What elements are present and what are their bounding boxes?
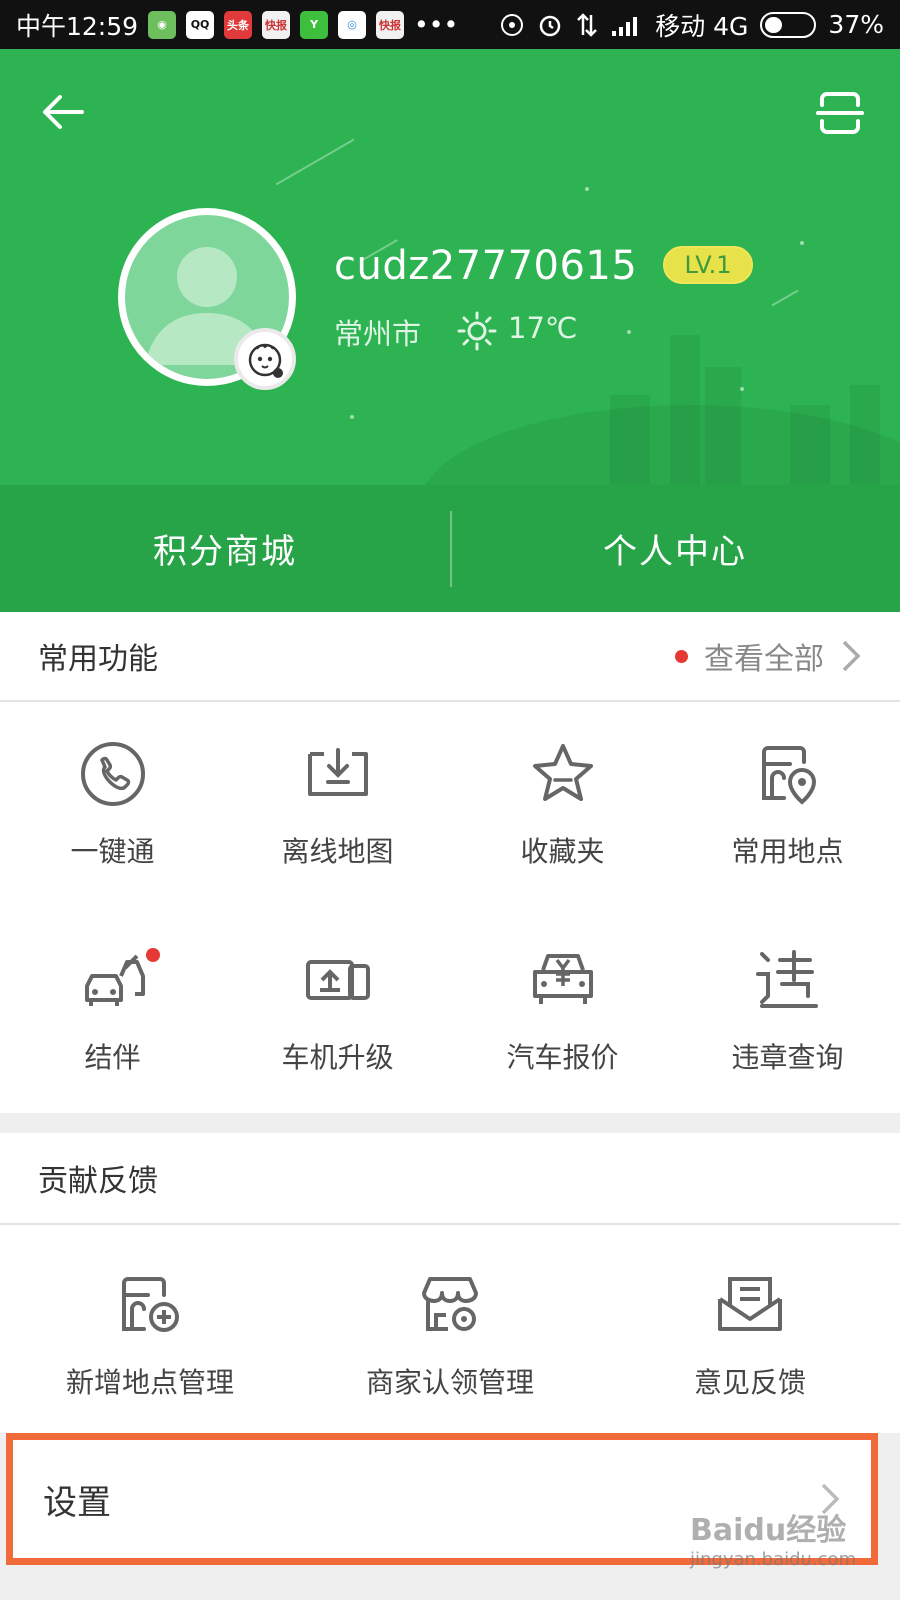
temperature-label: 17℃ bbox=[508, 311, 578, 345]
merchant-claim-icon bbox=[422, 1277, 478, 1331]
function-label: 意见反馈 bbox=[693, 1366, 806, 1399]
function-favorites[interactable]: 收藏夹 bbox=[450, 702, 675, 908]
level-badge[interactable]: LV.1 bbox=[663, 246, 753, 284]
feedback-section: 贡献反馈 新增地点管理 商家认领管理 意见反馈 bbox=[0, 1133, 900, 1433]
sunny-weather-icon bbox=[457, 311, 497, 351]
car-price-icon bbox=[532, 954, 593, 1004]
decor-streak bbox=[771, 289, 799, 307]
carpool-icon bbox=[84, 954, 145, 1006]
battery-percent: 37% bbox=[828, 10, 884, 39]
new-indicator-dot bbox=[675, 649, 688, 663]
decor-dot bbox=[585, 187, 589, 191]
function-violation-query[interactable]: 违章查询 bbox=[675, 908, 900, 1114]
violation-icon bbox=[755, 950, 818, 1008]
function-offline-map[interactable]: 离线地图 bbox=[225, 702, 450, 908]
function-label: 新增地点管理 bbox=[65, 1366, 234, 1399]
decor-streak bbox=[275, 138, 355, 186]
function-label: 结伴 bbox=[84, 1041, 141, 1074]
function-merchant-claim[interactable]: 商家认领管理 bbox=[300, 1225, 600, 1425]
kuaibao-notification-icon: 快报 bbox=[262, 10, 291, 39]
common-functions-grid: 一键通 离线地图 收藏夹 常用地点 结伴 车机升级 汽车报价 违章查询 bbox=[0, 702, 900, 1114]
watermark-brand: Baidu经验 bbox=[690, 1513, 847, 1548]
y-app-notification-icon: Y bbox=[300, 10, 329, 39]
toutiao-notification-icon: 头条 bbox=[224, 10, 253, 39]
tab-personal-center[interactable]: 个人中心 bbox=[450, 485, 900, 612]
section-title: 常用功能 bbox=[38, 642, 158, 677]
function-label: 收藏夹 bbox=[520, 835, 605, 868]
view-all-label: 查看全部 bbox=[704, 642, 824, 677]
function-car-price[interactable]: 汽车报价 bbox=[450, 908, 675, 1114]
decor-dot bbox=[350, 415, 354, 419]
username: cudz27770615 bbox=[334, 243, 638, 289]
alarm-icon bbox=[539, 15, 561, 36]
back-arrow-icon[interactable] bbox=[38, 87, 88, 137]
chevron-right-icon bbox=[842, 640, 861, 672]
feedback-mail-icon bbox=[718, 1277, 782, 1331]
tab-points-mall[interactable]: 积分商城 bbox=[0, 485, 450, 612]
profile-header: cudz27770615 LV.1 常州市 17℃ bbox=[0, 49, 900, 485]
battery-icon bbox=[760, 11, 817, 38]
function-add-place-management[interactable]: 新增地点管理 bbox=[0, 1225, 300, 1425]
function-frequent-places[interactable]: 常用地点 bbox=[675, 702, 900, 908]
kuaibao-notification-icon: 快报 bbox=[376, 10, 405, 39]
function-carpool[interactable]: 结伴 bbox=[0, 908, 225, 1114]
signal-icon bbox=[612, 16, 638, 36]
offline-map-icon bbox=[307, 748, 368, 796]
mascot-badge-icon bbox=[234, 328, 296, 390]
function-label: 常用地点 bbox=[731, 835, 844, 868]
function-one-key-call[interactable]: 一键通 bbox=[0, 702, 225, 908]
common-functions-header: 常用功能 查看全部 bbox=[0, 612, 900, 702]
function-label: 违章查询 bbox=[731, 1041, 844, 1074]
frequent-place-icon bbox=[761, 746, 816, 805]
new-indicator-dot bbox=[146, 948, 160, 962]
status-time: 中午12:59 bbox=[16, 11, 139, 41]
phone-icon bbox=[80, 742, 145, 806]
hotspot-icon bbox=[501, 13, 524, 36]
settings-label: 设置 bbox=[43, 1482, 111, 1523]
watermark-url: jingyan.baidu.com bbox=[690, 1549, 857, 1570]
add-place-icon bbox=[122, 1277, 179, 1332]
qq-notification-icon: QQ bbox=[186, 10, 215, 39]
tab-divider bbox=[450, 511, 452, 587]
function-feedback[interactable]: 意见反馈 bbox=[600, 1225, 900, 1425]
baidu-watermark: Baidu经验 jingyan.baidu.com bbox=[690, 1505, 856, 1570]
city-label: 常州市 bbox=[334, 317, 422, 351]
section-title: 贡献反馈 bbox=[38, 1164, 158, 1199]
feedback-grid: 新增地点管理 商家认领管理 意见反馈 bbox=[0, 1225, 900, 1425]
common-functions-section: 常用功能 查看全部 一键通 离线地图 收藏夹 常用地点 结伴 车机升级 汽车报价… bbox=[0, 612, 900, 1113]
car-unit-upgrade-icon bbox=[305, 960, 370, 1000]
function-label: 车机升级 bbox=[281, 1041, 394, 1074]
star-icon bbox=[532, 744, 593, 801]
status-bar: 中午12:59 ◉ QQ 头条 快报 Y ◎ 快报 ••• 移动 4G 37% bbox=[0, 0, 900, 49]
function-label: 一键通 bbox=[70, 835, 155, 868]
data-transfer-icon bbox=[577, 12, 598, 37]
carrier-label: 移动 4G bbox=[655, 11, 749, 41]
app-notification-icon: ◉ bbox=[148, 10, 177, 39]
scan-icon[interactable] bbox=[816, 89, 864, 137]
function-label: 商家认领管理 bbox=[365, 1366, 534, 1399]
decor-dot bbox=[800, 241, 804, 245]
function-car-unit-upgrade[interactable]: 车机升级 bbox=[225, 908, 450, 1114]
function-label: 汽车报价 bbox=[506, 1041, 619, 1074]
browser-notification-icon: ◎ bbox=[338, 10, 367, 39]
header-tabs: 积分商城 个人中心 bbox=[0, 485, 900, 612]
view-all-link[interactable]: 查看全部 bbox=[675, 634, 862, 678]
more-notifications-icon: ••• bbox=[414, 10, 459, 39]
feedback-header: 贡献反馈 bbox=[0, 1133, 900, 1225]
function-label: 离线地图 bbox=[281, 835, 394, 868]
decor-dot bbox=[627, 330, 631, 334]
